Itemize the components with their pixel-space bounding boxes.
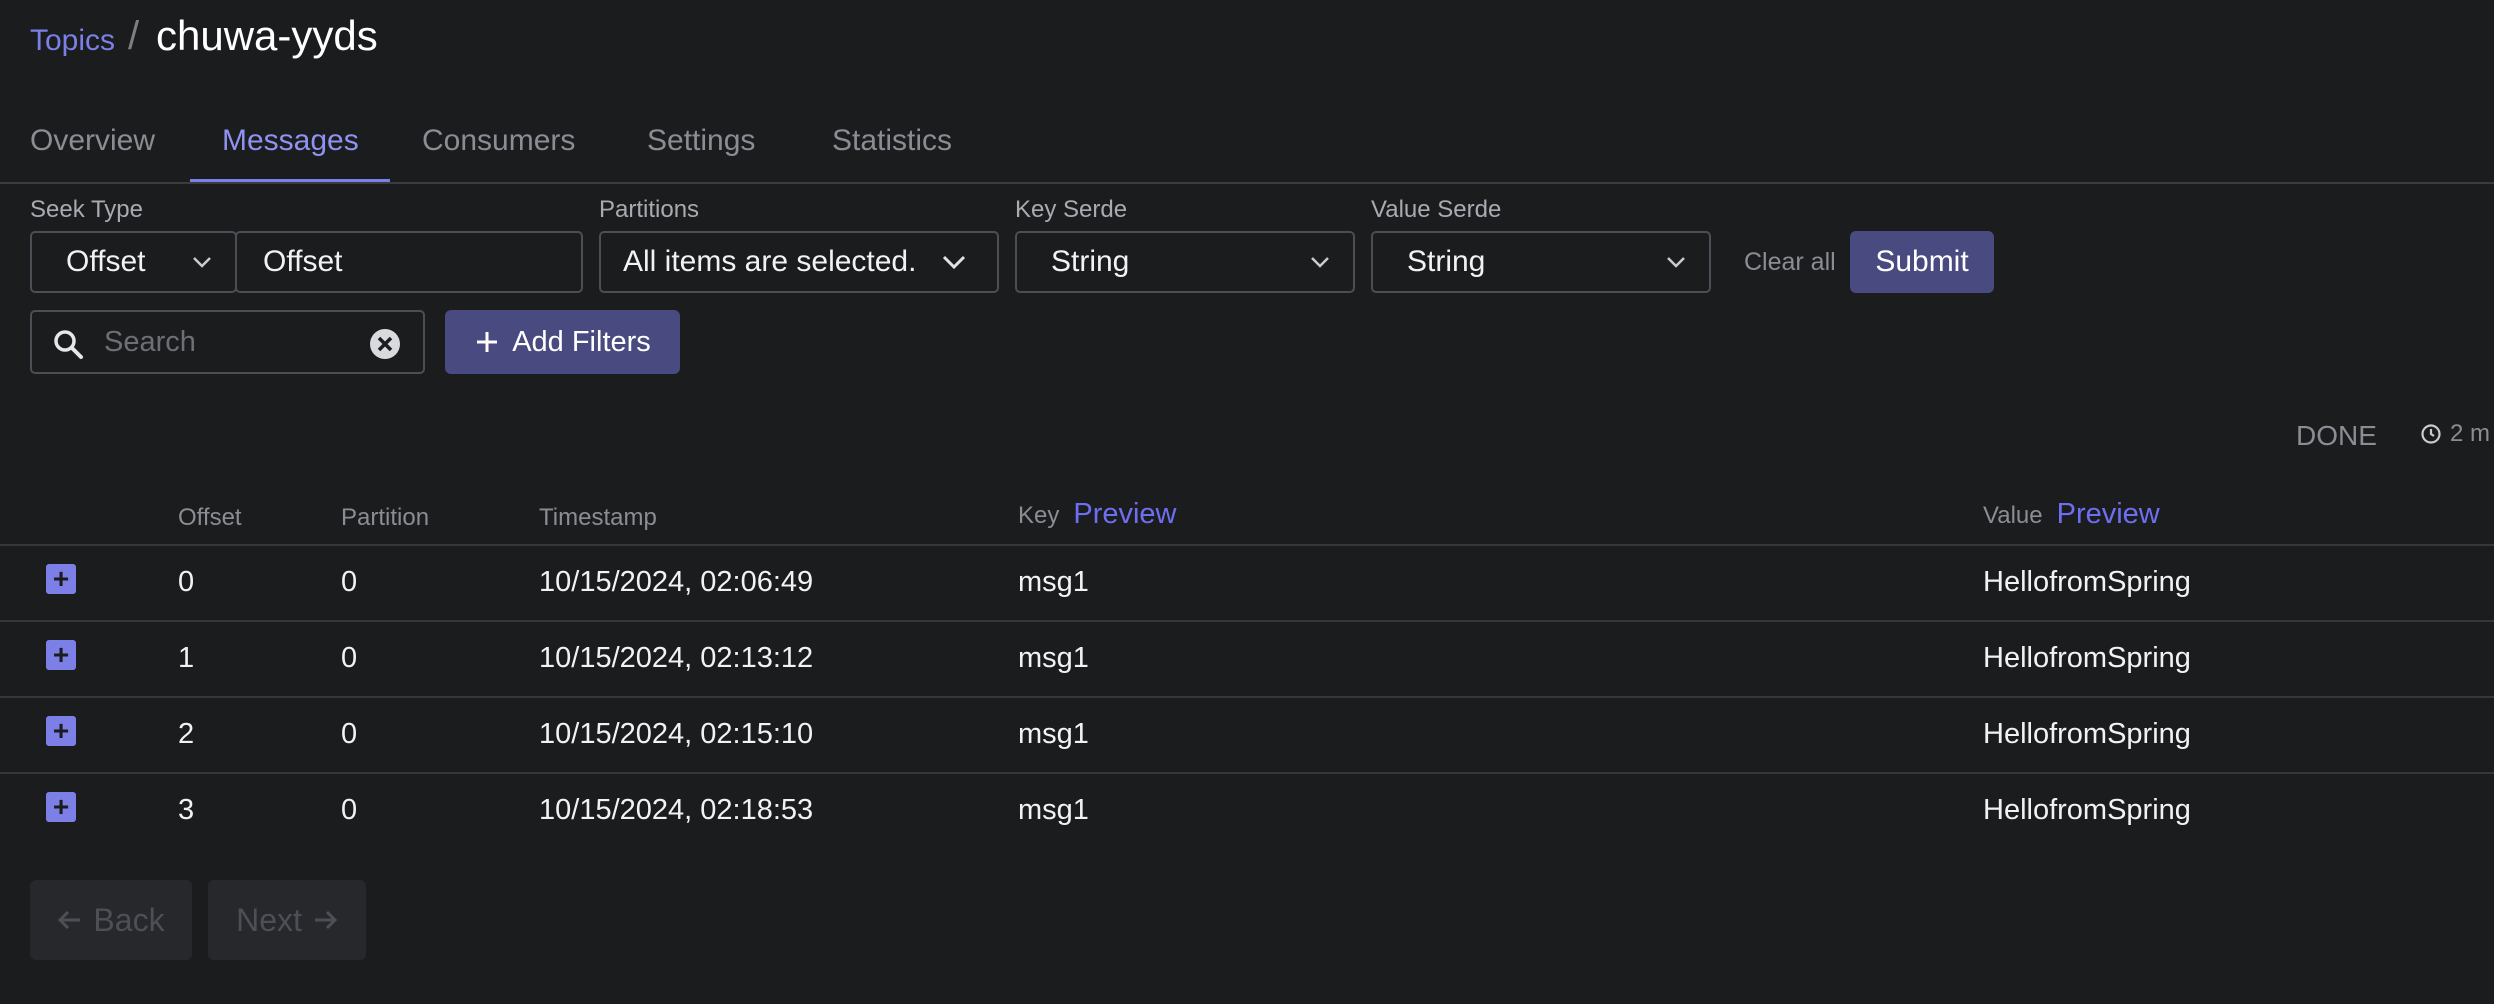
partitions-value: All items are selected. — [623, 245, 917, 278]
add-filters-button[interactable]: Add Filters — [445, 310, 680, 374]
seek-type-select[interactable]: Offset — [30, 231, 237, 293]
expand-icon[interactable]: + — [46, 716, 76, 746]
cell-key: msg1 — [1018, 566, 1089, 598]
value-serde-value: String — [1407, 245, 1486, 278]
cell-partition: 0 — [341, 794, 358, 826]
cell-key: msg1 — [1018, 794, 1089, 826]
expand-icon[interactable]: + — [46, 640, 76, 670]
value-serde-select[interactable]: String — [1371, 231, 1711, 293]
column-header-timestamp[interactable]: Timestamp — [539, 504, 657, 532]
arrow-left-icon — [58, 910, 81, 930]
next-button[interactable]: Next — [208, 880, 366, 960]
add-filters-label: Add Filters — [512, 325, 651, 358]
partitions-select[interactable]: All items are selected. — [599, 231, 999, 293]
search-icon — [54, 330, 83, 359]
value-preview-link[interactable]: Preview — [2057, 498, 2160, 530]
table-row: + 3 0 10/15/2024, 02:18:53 msg1 Hellofro… — [0, 774, 2494, 848]
back-label: Back — [93, 901, 165, 938]
value-header-label: Value — [1983, 502, 2043, 529]
column-header-value: Value Preview — [1983, 498, 2160, 531]
column-header-key: Key Preview — [1018, 498, 1177, 531]
seek-type-value: Offset — [66, 245, 146, 278]
chevron-down-icon — [193, 257, 211, 268]
cell-offset: 0 — [178, 566, 195, 598]
clock-icon — [2421, 424, 2441, 444]
chevron-down-icon — [942, 255, 966, 270]
partitions-label: Partitions — [599, 196, 700, 223]
chevron-down-icon — [1667, 257, 1685, 268]
plus-icon — [477, 332, 498, 352]
tab-consumers[interactable]: Consumers — [422, 124, 575, 158]
key-serde-label: Key Serde — [1015, 196, 1128, 223]
column-header-partition[interactable]: Partition — [341, 504, 429, 532]
cell-timestamp: 10/15/2024, 02:18:53 — [539, 794, 814, 826]
column-header-offset[interactable]: Offset — [178, 504, 242, 532]
tabs-divider — [0, 182, 2494, 184]
search-placeholder: Search — [104, 325, 196, 358]
cell-offset: 3 — [178, 794, 195, 826]
submit-button[interactable]: Submit — [1850, 231, 1994, 293]
table-row: + 1 0 10/15/2024, 02:13:12 msg1 Hellofro… — [0, 622, 2494, 696]
breadcrumb-topics-link[interactable]: Topics — [30, 24, 115, 58]
tab-overview[interactable]: Overview — [30, 124, 155, 158]
cell-key: msg1 — [1018, 642, 1089, 674]
cell-timestamp: 10/15/2024, 02:06:49 — [539, 566, 814, 598]
key-preview-link[interactable]: Preview — [1073, 498, 1176, 530]
cell-timestamp: 10/15/2024, 02:13:12 — [539, 642, 814, 674]
elapsed-time: 2 m — [2420, 420, 2490, 448]
breadcrumb-separator: / — [128, 14, 140, 58]
tab-settings[interactable]: Settings — [647, 124, 755, 158]
page-title: chuwa-yyds — [156, 12, 378, 59]
search-input[interactable]: Search — [30, 310, 425, 374]
cell-offset: 2 — [178, 718, 195, 750]
elapsed-value: 2 m — [2450, 420, 2491, 447]
cell-value: HellofromSpring — [1983, 566, 2191, 598]
key-serde-select[interactable]: String — [1015, 231, 1355, 293]
cell-offset: 1 — [178, 642, 195, 674]
cell-partition: 0 — [341, 718, 358, 750]
cell-value: HellofromSpring — [1983, 794, 2191, 826]
value-serde-label: Value Serde — [1371, 196, 1502, 223]
table-row: + 0 0 10/15/2024, 02:06:49 msg1 Hellofro… — [0, 546, 2494, 620]
expand-icon[interactable]: + — [46, 792, 76, 822]
next-label: Next — [236, 901, 302, 938]
key-header-label: Key — [1018, 502, 1060, 529]
table-row: + 2 0 10/15/2024, 02:15:10 msg1 Hellofro… — [0, 698, 2494, 772]
back-button[interactable]: Back — [30, 880, 192, 960]
status-state: DONE — [2296, 420, 2377, 451]
cell-value: HellofromSpring — [1983, 718, 2191, 750]
clear-icon[interactable] — [369, 328, 401, 360]
cell-value: HellofromSpring — [1983, 642, 2191, 674]
clear-all-button[interactable]: Clear all — [1744, 248, 1836, 277]
cell-partition: 0 — [341, 642, 358, 674]
chevron-down-icon — [1311, 257, 1329, 268]
seek-type-label: Seek Type — [30, 196, 143, 223]
expand-icon[interactable]: + — [46, 564, 76, 594]
cell-partition: 0 — [341, 566, 358, 598]
seek-offset-input[interactable]: Offset — [235, 231, 583, 293]
tab-messages[interactable]: Messages — [222, 124, 359, 158]
cell-timestamp: 10/15/2024, 02:15:10 — [539, 718, 814, 750]
tab-statistics[interactable]: Statistics — [832, 124, 952, 158]
key-serde-value: String — [1051, 245, 1130, 278]
seek-offset-value: Offset — [263, 245, 343, 278]
arrow-right-icon — [314, 910, 338, 930]
cell-key: msg1 — [1018, 718, 1089, 750]
